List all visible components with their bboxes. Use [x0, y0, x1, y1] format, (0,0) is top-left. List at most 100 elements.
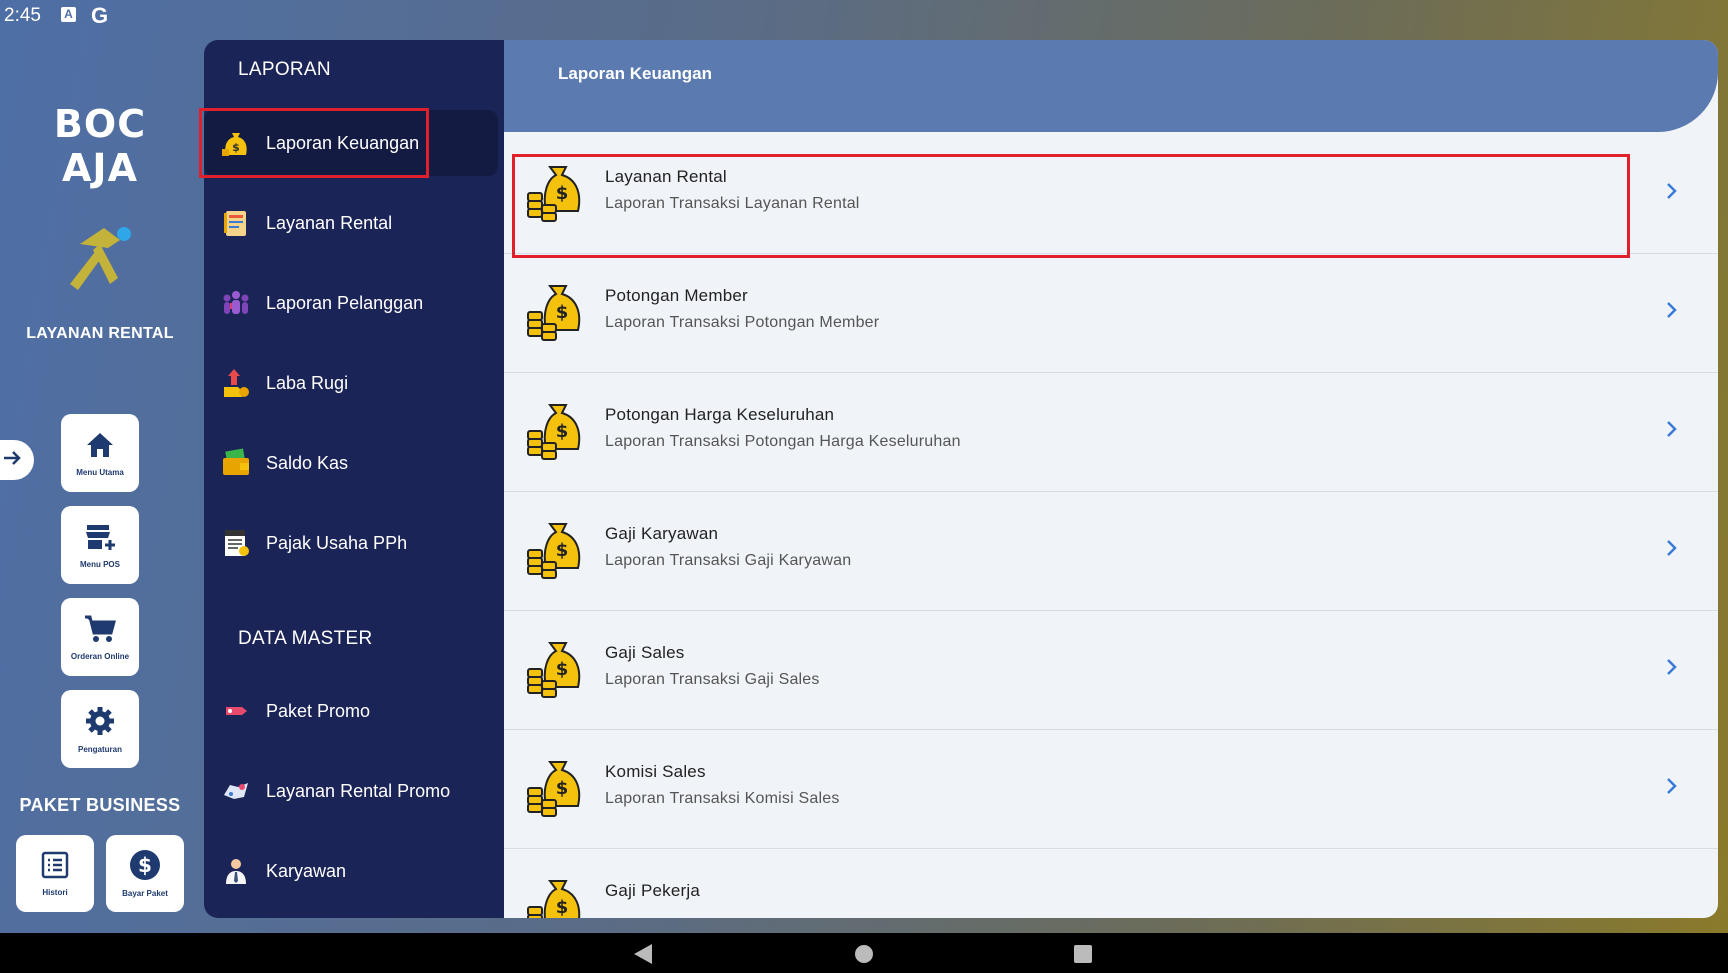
row-subtitle: Laporan Transaksi Gaji Sales [605, 671, 820, 688]
svg-text:$: $ [556, 302, 569, 323]
menu-item-label: Pajak Usaha PPh [266, 532, 408, 553]
histori-label: Histori [42, 888, 68, 897]
status-bar: 2:45 A G [0, 0, 1728, 30]
menu-utama-label: Menu Utama [76, 467, 124, 477]
orderan-online-label: Orderan Online [70, 651, 130, 661]
money-bag-icon: $ [524, 516, 586, 580]
brand-logo: BOC AJA [22, 102, 178, 190]
row-subtitle: Laporan Transaksi Potongan Harga Keselur… [605, 433, 961, 450]
gear-icon [84, 705, 116, 742]
menu-item-label: Karyawan [266, 860, 347, 881]
svg-text:$: $ [556, 897, 569, 918]
back-icon[interactable] [632, 943, 654, 970]
status-time: 2:45 [4, 5, 41, 26]
pengaturan-label: Pengaturan [77, 744, 122, 754]
money-bag-icon: $ [524, 278, 586, 342]
money-bag-icon: $ [524, 873, 586, 918]
wallet-icon [220, 447, 252, 479]
chevron-right-icon [1659, 774, 1683, 798]
home-nav-icon[interactable] [854, 944, 874, 969]
row-subtitle: Laporan Transaksi Gaji Karyawan [605, 552, 852, 569]
menu-item-layanan-rental[interactable]: Layanan Rental [204, 190, 500, 256]
recents-icon[interactable] [1073, 944, 1093, 969]
store-icon [83, 522, 117, 557]
content-header: Laporan Keuangan [504, 40, 1718, 132]
list-item[interactable]: $ Potongan Harga Keseluruhan Laporan Tra… [504, 373, 1718, 492]
svg-text:$: $ [556, 778, 569, 799]
notification-a-icon: A [61, 7, 76, 22]
pengaturan-button[interactable]: Pengaturan [61, 690, 139, 768]
orderan-online-button[interactable]: Orderan Online [61, 598, 139, 676]
chevron-right-icon [1659, 536, 1683, 560]
menu-item-laba-rugi[interactable]: Laba Rugi [204, 350, 500, 416]
section-data-master: DATA MASTER [238, 628, 373, 649]
list-item[interactable]: $ Gaji Sales Laporan Transaksi Gaji Sale… [504, 611, 1718, 730]
app-name: LAYANAN RENTAL [26, 325, 174, 342]
document-icon [220, 207, 252, 239]
arrow-right-icon [0, 446, 24, 475]
profit-icon [220, 367, 252, 399]
highlight-box-content [512, 154, 1630, 258]
chevron-right-icon [1659, 298, 1683, 322]
svg-text:$: $ [556, 540, 569, 561]
money-bag-icon: $ [524, 754, 586, 818]
menu-item-label: Laba Rugi [266, 372, 349, 393]
menu-pos-label: Menu POS [79, 559, 120, 569]
list-icon [40, 850, 70, 885]
svg-text:$: $ [138, 853, 152, 877]
left-rail: BOC AJA LAYANAN RENTAL Menu Utama Menu P… [0, 30, 204, 933]
row-title: Gaji Pekerja [605, 881, 700, 900]
app-hammer-icon [60, 218, 140, 304]
brand-logo-text: BOC AJA [53, 102, 147, 190]
people-icon [220, 287, 252, 319]
menu-item-laporan-pelanggan[interactable]: Laporan Pelanggan [204, 270, 500, 336]
menu-pos-button[interactable]: Menu POS [61, 506, 139, 584]
expand-arrow-button[interactable] [0, 440, 34, 480]
svg-text:$: $ [556, 659, 569, 680]
menu-item-label: Saldo Kas [266, 452, 349, 473]
row-title: Komisi Sales [605, 762, 706, 781]
promo-tag-icon [220, 695, 252, 727]
bayar-paket-label: Bayar Paket [122, 889, 168, 898]
list-item[interactable]: $ Gaji Karyawan Laporan Transaksi Gaji K… [504, 492, 1718, 611]
row-subtitle: Laporan Transaksi Komisi Sales [605, 790, 840, 807]
row-title: Gaji Sales [605, 643, 685, 662]
list-item[interactable]: $ Komisi Sales Laporan Transaksi Komisi … [504, 730, 1718, 849]
svg-text:$: $ [556, 421, 569, 442]
row-title: Potongan Member [605, 286, 748, 305]
bayar-paket-button[interactable]: $ Bayar Paket [106, 835, 184, 912]
tax-icon [220, 527, 252, 559]
menu-item-label: Layanan Rental Promo [266, 780, 451, 801]
dollar-icon: $ [129, 849, 161, 886]
section-laporan: LAPORAN [238, 59, 331, 80]
cart-icon [83, 614, 117, 649]
menu-item-pajak-usaha[interactable]: Pajak Usaha PPh [204, 510, 500, 576]
row-title: Potongan Harga Keseluruhan [605, 405, 835, 424]
menu-item-layanan-rental-promo[interactable]: Layanan Rental Promo [204, 758, 500, 824]
paket-title: PAKET BUSINESS [19, 795, 181, 815]
chevron-right-icon [1659, 655, 1683, 679]
menu-item-label: Paket Promo [266, 700, 371, 721]
menu-item-label: Laporan Pelanggan [266, 292, 424, 313]
navigation-bar [0, 933, 1728, 973]
row-subtitle: Laporan Transaksi Potongan Member [605, 314, 880, 331]
list-item[interactable]: $ Gaji Pekerja [504, 849, 1718, 918]
chevron-right-icon [1659, 417, 1683, 441]
histori-button[interactable]: Histori [16, 835, 94, 912]
money-bag-icon: $ [524, 635, 586, 699]
page-title: Laporan Keuangan [558, 64, 712, 83]
chevron-right-icon [1659, 179, 1683, 203]
row-title: Gaji Karyawan [605, 524, 719, 543]
promo-icon [220, 775, 252, 807]
menu-item-karyawan[interactable]: Karyawan [204, 838, 500, 904]
highlight-box-menu [199, 108, 429, 178]
menu-utama-button[interactable]: Menu Utama [61, 414, 139, 492]
money-bag-icon: $ [524, 397, 586, 461]
menu-item-label: Layanan Rental [266, 212, 393, 233]
menu-item-paket-promo[interactable]: Paket Promo [204, 678, 500, 744]
home-icon [84, 430, 116, 465]
list-item[interactable]: $ Potongan Member Laporan Transaksi Poto… [504, 254, 1718, 373]
employee-icon [220, 855, 252, 887]
google-icon: G [91, 3, 109, 28]
menu-item-saldo-kas[interactable]: Saldo Kas [204, 430, 500, 496]
